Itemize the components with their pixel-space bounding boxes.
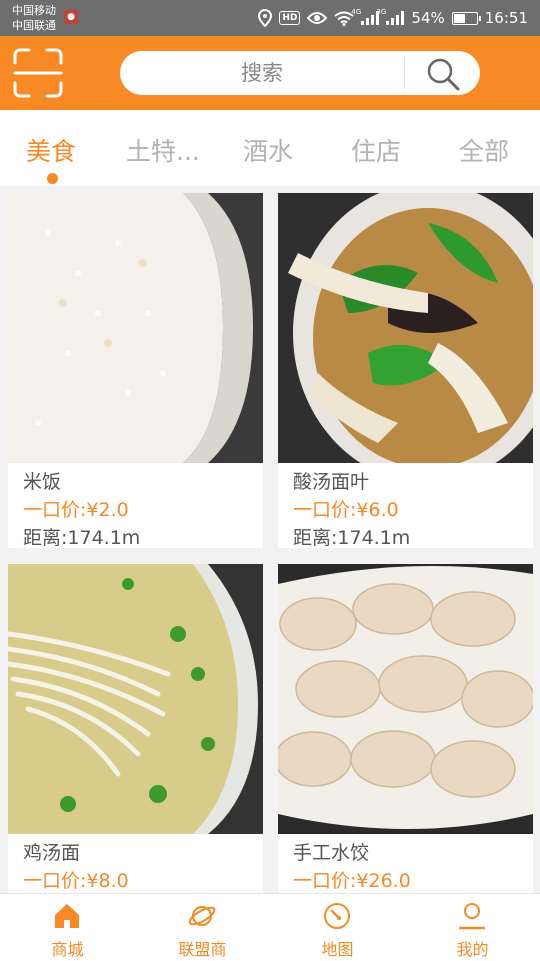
tab-food[interactable]: 美食 xyxy=(26,132,76,168)
tab-drinks[interactable]: 酒水 xyxy=(243,132,293,168)
nav-item-mine[interactable]: 我的 xyxy=(405,894,540,961)
nav-label: 商城 xyxy=(51,940,84,959)
scan-icon[interactable] xyxy=(12,47,64,99)
search-icon[interactable] xyxy=(425,57,461,91)
search-divider xyxy=(404,57,405,89)
net-type-1: 4G xyxy=(351,8,362,16)
product-image-dumplings[interactable] xyxy=(278,564,533,834)
product-card[interactable]: 手工水饺 一口价:¥26.0 xyxy=(278,564,533,893)
bottom-nav: 商城 联盟商 地图 我的 xyxy=(0,893,540,961)
search-bar[interactable]: 搜索 xyxy=(120,51,480,95)
tab-local-specialty[interactable]: 土特... xyxy=(126,132,200,168)
product-image-chicken-noodle-soup[interactable] xyxy=(8,564,263,834)
battery-percent: 54% xyxy=(411,9,445,27)
app-header: 搜索 xyxy=(0,36,540,110)
nav-item-alliance[interactable]: 联盟商 xyxy=(135,894,270,961)
product-name: 酸汤面叶 xyxy=(293,471,370,493)
notification-icon: ● xyxy=(64,10,78,24)
product-image-rice-bowl[interactable] xyxy=(8,193,263,463)
product-name: 米饭 xyxy=(23,471,62,493)
signal-2-icon: 3G xyxy=(376,8,405,25)
nav-label: 地图 xyxy=(321,940,354,959)
nav-item-map[interactable]: 地图 xyxy=(270,894,405,961)
nav-label: 我的 xyxy=(456,940,489,959)
product-card[interactable]: 米饭 一口价:¥2.0 距离:174.1m xyxy=(8,193,263,548)
search-input[interactable]: 搜索 xyxy=(120,51,404,95)
product-price: 一口价:¥26.0 xyxy=(293,870,411,892)
product-distance: 距离:174.1m xyxy=(23,527,141,548)
product-price: 一口价:¥8.0 xyxy=(23,870,129,892)
compass-icon xyxy=(324,903,350,929)
net-type-2: 3G xyxy=(376,8,387,16)
product-price: 一口价:¥6.0 xyxy=(293,499,399,521)
carrier-2: 中国联通 xyxy=(12,19,56,32)
product-card[interactable]: 鸡汤面 一口价:¥8.0 xyxy=(8,564,263,893)
product-image-sour-soup-noodle[interactable] xyxy=(278,193,533,463)
location-icon xyxy=(258,9,273,27)
hd-icon: HD xyxy=(279,11,301,25)
nav-label: 联盟商 xyxy=(178,940,227,959)
carrier-1: 中国移动 xyxy=(12,4,56,17)
carrier-info: 中国移动 中国联通 xyxy=(12,3,56,33)
product-card[interactable]: 酸汤面叶 一口价:¥6.0 距离:174.1m xyxy=(278,193,533,548)
tab-hotel[interactable]: 住店 xyxy=(351,132,401,168)
category-tabs: 美食 土特... 酒水 住店 全部 xyxy=(0,110,540,186)
battery-fill xyxy=(453,13,465,23)
product-price: 一口价:¥2.0 xyxy=(23,499,129,521)
eye-icon xyxy=(307,12,328,24)
active-tab-indicator xyxy=(47,173,58,184)
nav-item-mall[interactable]: 商城 xyxy=(0,894,135,961)
product-distance: 距离:174.1m xyxy=(293,527,411,548)
tab-all[interactable]: 全部 xyxy=(459,132,509,168)
product-name: 鸡汤面 xyxy=(23,842,81,864)
battery-icon xyxy=(451,11,481,25)
home-icon xyxy=(55,904,79,928)
status-icons: HD 4G 3G 54% 16:51 xyxy=(258,0,528,36)
user-icon xyxy=(458,903,486,930)
clock: 16:51 xyxy=(484,9,528,27)
status-bar: 中国移动 中国联通 ● HD 4G 3G 54% 16:51 xyxy=(0,0,540,36)
product-name: 手工水饺 xyxy=(293,842,370,864)
planet-icon xyxy=(188,906,216,926)
